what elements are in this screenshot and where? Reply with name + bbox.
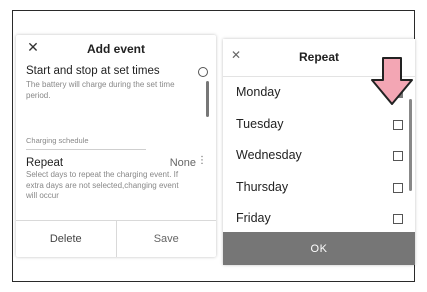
start-stop-description: The battery will charge during the set t… <box>26 80 175 100</box>
arrow-shape <box>371 57 413 105</box>
add-event-scrollbar[interactable] <box>206 81 209 117</box>
radio-icon[interactable] <box>198 67 208 77</box>
start-stop-title: Start and stop at set times <box>26 65 160 77</box>
add-event-dialog: ✕ Add event Start and stop at set times … <box>16 35 216 257</box>
section-divider <box>26 149 146 150</box>
add-event-title: Add event <box>86 42 145 56</box>
save-button[interactable]: Save <box>115 221 217 257</box>
day-label: Friday <box>236 211 271 225</box>
delete-button[interactable]: Delete <box>16 221 116 257</box>
day-label: Monday <box>236 85 281 99</box>
checkbox-tuesday[interactable] <box>393 119 403 130</box>
add-event-header: ✕ Add event <box>16 35 216 63</box>
day-label: Tuesday <box>236 116 284 131</box>
repeat-value[interactable]: None <box>170 157 196 169</box>
repeat-title[interactable]: Repeat <box>26 157 63 169</box>
day-label: Wednesday <box>236 148 302 162</box>
down-arrow-icon <box>371 57 413 105</box>
day-row-tuesday[interactable]: Tuesday <box>223 109 415 141</box>
day-row-friday[interactable]: Friday <box>223 203 415 235</box>
charging-schedule-label: Charging schedule <box>26 136 89 145</box>
add-event-content[interactable]: Start and stop at set times The battery … <box>16 63 216 221</box>
more-vertical-icon[interactable]: ⋮ <box>197 156 207 166</box>
checkbox-thursday[interactable] <box>393 182 403 193</box>
day-row-thursday[interactable]: Thursday <box>223 172 415 204</box>
checkbox-wednesday[interactable] <box>393 151 403 161</box>
add-event-footer: Delete Save <box>16 220 216 257</box>
ok-button[interactable]: OK <box>223 232 415 265</box>
day-label: Thursday <box>236 179 289 194</box>
day-row-wednesday[interactable]: Wednesday <box>223 140 415 172</box>
repeat-description: Select days to repeat the charging event… <box>26 170 179 200</box>
repeat-scrollbar[interactable] <box>409 99 412 191</box>
checkbox-friday[interactable] <box>393 214 403 224</box>
